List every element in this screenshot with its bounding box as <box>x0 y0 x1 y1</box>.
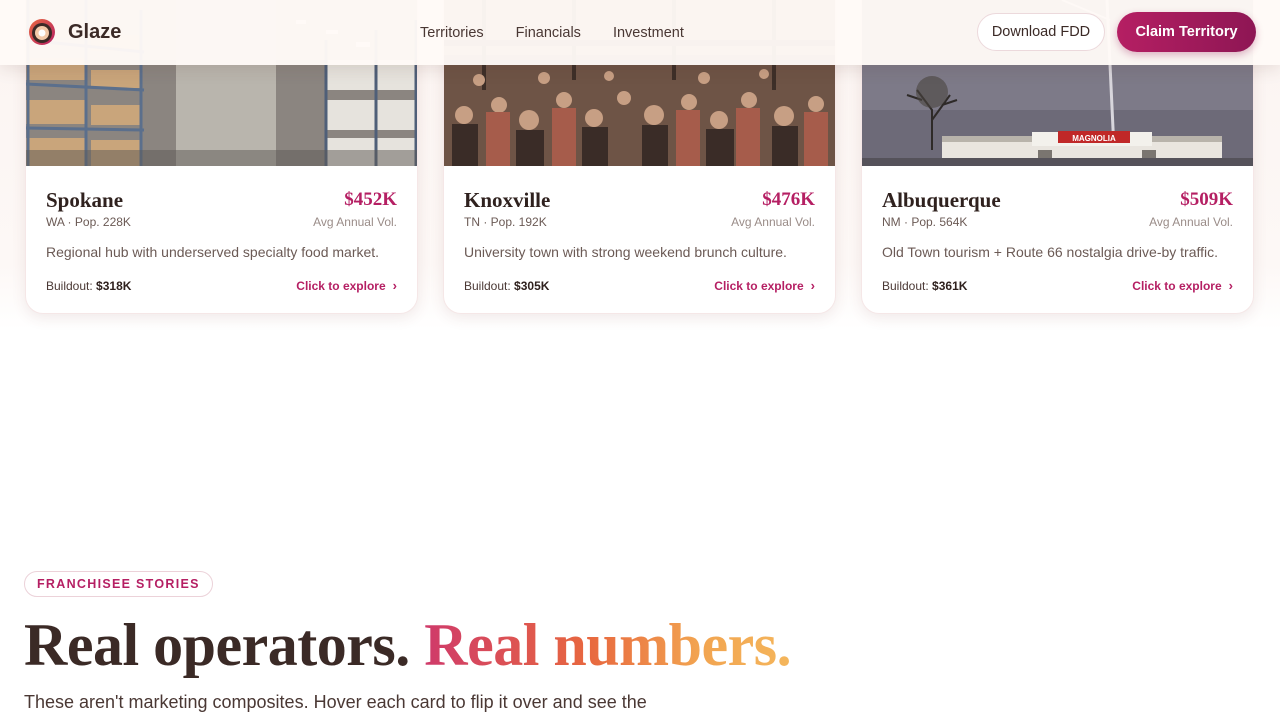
brand-name[interactable]: Glaze <box>68 21 121 44</box>
claim-territory-button[interactable]: Claim Territory <box>1117 12 1256 52</box>
card-price-label: Avg Annual Vol. <box>1149 215 1233 229</box>
download-fdd-button[interactable]: Download FDD <box>977 13 1105 51</box>
card-price: $476K <box>762 189 815 210</box>
site-header: Glaze Territories Financials Investment … <box>0 0 1280 65</box>
chevron-right-icon: › <box>392 278 397 293</box>
card-price: $509K <box>1180 189 1233 210</box>
card-city: Knoxville <box>464 188 551 212</box>
card-meta: WA · Pop. 228K <box>46 215 131 229</box>
donut-logo-icon[interactable] <box>28 18 56 46</box>
explore-link[interactable]: Click to explore › <box>296 279 397 293</box>
card-meta: TN · Pop. 192K <box>464 215 547 229</box>
main-nav: Territories Financials Investment <box>404 0 700 65</box>
card-description: Old Town tourism + Route 66 nostalgia dr… <box>882 244 1219 260</box>
card-price: $452K <box>344 189 397 210</box>
card-city: Spokane <box>46 188 124 212</box>
explore-link[interactable]: Click to explore › <box>714 279 815 293</box>
nav-investment[interactable]: Investment <box>597 25 700 41</box>
card-city: Albuquerque <box>882 188 1001 212</box>
buildout-value: $305K <box>514 279 550 293</box>
headline-part-b: Real numbers. <box>424 612 792 678</box>
card-price-label: Avg Annual Vol. <box>313 215 397 229</box>
card-meta: NM · Pop. 564K <box>882 215 968 229</box>
explore-label: Click to explore <box>1132 279 1222 293</box>
buildout-value: $361K <box>932 279 968 293</box>
card-price-label: Avg Annual Vol. <box>731 215 815 229</box>
explore-label: Click to explore <box>296 279 386 293</box>
card-buildout: Buildout: $361K <box>882 279 967 293</box>
nav-financials[interactable]: Financials <box>500 25 597 41</box>
buildout-label: Buildout: <box>882 279 929 293</box>
chevron-right-icon: › <box>1228 278 1233 293</box>
card-description: Regional hub with underserved specialty … <box>46 244 380 260</box>
section-lead: These aren't marketing composites. Hover… <box>24 692 647 712</box>
card-buildout: Buildout: $305K <box>464 279 549 293</box>
buildout-label: Buildout: <box>46 279 93 293</box>
buildout-label: Buildout: <box>464 279 511 293</box>
chevron-right-icon: › <box>810 278 815 293</box>
explore-link[interactable]: Click to explore › <box>1132 279 1233 293</box>
nav-territories[interactable]: Territories <box>404 25 500 41</box>
headline-part-a: Real operators. <box>24 612 410 678</box>
card-buildout: Buildout: $318K <box>46 279 131 293</box>
section-headline: Real operators. Real numbers. <box>24 611 792 680</box>
section-tag: FRANCHISEE STORIES <box>24 571 213 597</box>
card-description: University town with strong weekend brun… <box>464 244 787 260</box>
magnolia-sign: MAGNOLIA <box>1072 134 1116 143</box>
buildout-value: $318K <box>96 279 132 293</box>
explore-label: Click to explore <box>714 279 804 293</box>
